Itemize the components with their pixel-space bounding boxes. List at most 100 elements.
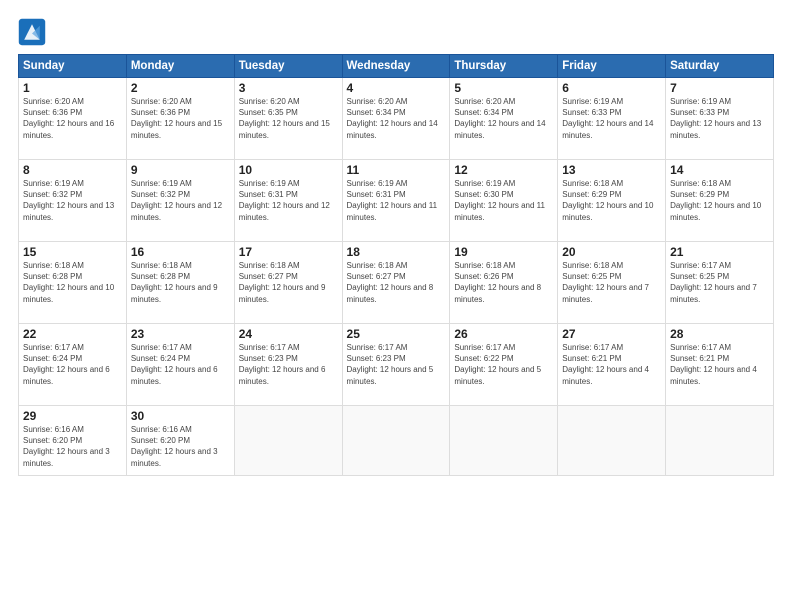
sunrise-label: Sunrise: 6:19 AM	[562, 97, 623, 106]
calendar-week-row: 1 Sunrise: 6:20 AM Sunset: 6:36 PM Dayli…	[19, 78, 774, 160]
sunset-label: Sunset: 6:34 PM	[347, 108, 406, 117]
sunset-label: Sunset: 6:33 PM	[562, 108, 621, 117]
sunset-label: Sunset: 6:25 PM	[670, 272, 729, 281]
day-number: 12	[454, 163, 553, 177]
sunset-label: Sunset: 6:34 PM	[454, 108, 513, 117]
sunrise-label: Sunrise: 6:17 AM	[347, 343, 408, 352]
sunrise-label: Sunrise: 6:19 AM	[670, 97, 731, 106]
table-row: 20 Sunrise: 6:18 AM Sunset: 6:25 PM Dayl…	[558, 242, 666, 324]
calendar-week-row: 8 Sunrise: 6:19 AM Sunset: 6:32 PM Dayli…	[19, 160, 774, 242]
sunrise-label: Sunrise: 6:19 AM	[239, 179, 300, 188]
table-row: 24 Sunrise: 6:17 AM Sunset: 6:23 PM Dayl…	[234, 324, 342, 406]
table-row: 3 Sunrise: 6:20 AM Sunset: 6:35 PM Dayli…	[234, 78, 342, 160]
sunrise-label: Sunrise: 6:17 AM	[562, 343, 623, 352]
daylight-label: Daylight: 12 hours and 10 minutes.	[562, 201, 653, 221]
day-number: 14	[670, 163, 769, 177]
table-row: 7 Sunrise: 6:19 AM Sunset: 6:33 PM Dayli…	[666, 78, 774, 160]
day-number: 11	[347, 163, 446, 177]
daylight-label: Daylight: 12 hours and 13 minutes.	[23, 201, 114, 221]
daylight-label: Daylight: 12 hours and 3 minutes.	[23, 447, 110, 467]
day-info: Sunrise: 6:17 AM Sunset: 6:21 PM Dayligh…	[562, 342, 661, 387]
logo	[18, 18, 50, 46]
logo-icon	[18, 18, 46, 46]
day-number: 25	[347, 327, 446, 341]
daylight-label: Daylight: 12 hours and 7 minutes.	[670, 283, 757, 303]
sunset-label: Sunset: 6:26 PM	[454, 272, 513, 281]
daylight-label: Daylight: 12 hours and 15 minutes.	[239, 119, 330, 139]
day-number: 10	[239, 163, 338, 177]
daylight-label: Daylight: 12 hours and 6 minutes.	[131, 365, 218, 385]
sunset-label: Sunset: 6:21 PM	[562, 354, 621, 363]
sunrise-label: Sunrise: 6:18 AM	[562, 179, 623, 188]
day-info: Sunrise: 6:16 AM Sunset: 6:20 PM Dayligh…	[23, 424, 122, 469]
table-row: 28 Sunrise: 6:17 AM Sunset: 6:21 PM Dayl…	[666, 324, 774, 406]
day-number: 7	[670, 81, 769, 95]
day-info: Sunrise: 6:18 AM Sunset: 6:26 PM Dayligh…	[454, 260, 553, 305]
day-info: Sunrise: 6:19 AM Sunset: 6:33 PM Dayligh…	[670, 96, 769, 141]
day-info: Sunrise: 6:16 AM Sunset: 6:20 PM Dayligh…	[131, 424, 230, 469]
calendar-header-row: Sunday Monday Tuesday Wednesday Thursday…	[19, 55, 774, 78]
sunset-label: Sunset: 6:25 PM	[562, 272, 621, 281]
sunrise-label: Sunrise: 6:17 AM	[239, 343, 300, 352]
sunset-label: Sunset: 6:24 PM	[131, 354, 190, 363]
table-row: 13 Sunrise: 6:18 AM Sunset: 6:29 PM Dayl…	[558, 160, 666, 242]
calendar-week-row: 29 Sunrise: 6:16 AM Sunset: 6:20 PM Dayl…	[19, 406, 774, 476]
day-number: 8	[23, 163, 122, 177]
sunset-label: Sunset: 6:29 PM	[562, 190, 621, 199]
day-info: Sunrise: 6:19 AM Sunset: 6:32 PM Dayligh…	[23, 178, 122, 223]
sunset-label: Sunset: 6:22 PM	[454, 354, 513, 363]
sunrise-label: Sunrise: 6:17 AM	[670, 261, 731, 270]
table-row: 16 Sunrise: 6:18 AM Sunset: 6:28 PM Dayl…	[126, 242, 234, 324]
day-number: 30	[131, 409, 230, 423]
daylight-label: Daylight: 12 hours and 8 minutes.	[347, 283, 434, 303]
daylight-label: Daylight: 12 hours and 10 minutes.	[23, 283, 114, 303]
page-header	[18, 18, 774, 46]
sunrise-label: Sunrise: 6:20 AM	[239, 97, 300, 106]
sunset-label: Sunset: 6:23 PM	[347, 354, 406, 363]
day-info: Sunrise: 6:19 AM Sunset: 6:30 PM Dayligh…	[454, 178, 553, 223]
day-info: Sunrise: 6:20 AM Sunset: 6:35 PM Dayligh…	[239, 96, 338, 141]
daylight-label: Daylight: 12 hours and 6 minutes.	[23, 365, 110, 385]
sunrise-label: Sunrise: 6:17 AM	[670, 343, 731, 352]
day-info: Sunrise: 6:18 AM Sunset: 6:27 PM Dayligh…	[239, 260, 338, 305]
sunset-label: Sunset: 6:31 PM	[239, 190, 298, 199]
sunrise-label: Sunrise: 6:17 AM	[131, 343, 192, 352]
day-info: Sunrise: 6:20 AM Sunset: 6:36 PM Dayligh…	[23, 96, 122, 141]
table-row: 15 Sunrise: 6:18 AM Sunset: 6:28 PM Dayl…	[19, 242, 127, 324]
sunrise-label: Sunrise: 6:19 AM	[23, 179, 84, 188]
sunrise-label: Sunrise: 6:18 AM	[23, 261, 84, 270]
col-thursday: Thursday	[450, 55, 558, 78]
col-friday: Friday	[558, 55, 666, 78]
sunrise-label: Sunrise: 6:20 AM	[131, 97, 192, 106]
day-number: 18	[347, 245, 446, 259]
day-number: 3	[239, 81, 338, 95]
day-info: Sunrise: 6:18 AM Sunset: 6:25 PM Dayligh…	[562, 260, 661, 305]
table-row: 19 Sunrise: 6:18 AM Sunset: 6:26 PM Dayl…	[450, 242, 558, 324]
daylight-label: Daylight: 12 hours and 16 minutes.	[23, 119, 114, 139]
sunrise-label: Sunrise: 6:18 AM	[454, 261, 515, 270]
sunrise-label: Sunrise: 6:20 AM	[347, 97, 408, 106]
day-number: 16	[131, 245, 230, 259]
day-info: Sunrise: 6:20 AM Sunset: 6:34 PM Dayligh…	[454, 96, 553, 141]
table-row: 10 Sunrise: 6:19 AM Sunset: 6:31 PM Dayl…	[234, 160, 342, 242]
daylight-label: Daylight: 12 hours and 5 minutes.	[347, 365, 434, 385]
sunrise-label: Sunrise: 6:16 AM	[131, 425, 192, 434]
day-info: Sunrise: 6:19 AM Sunset: 6:32 PM Dayligh…	[131, 178, 230, 223]
day-info: Sunrise: 6:19 AM Sunset: 6:33 PM Dayligh…	[562, 96, 661, 141]
sunrise-label: Sunrise: 6:17 AM	[23, 343, 84, 352]
day-info: Sunrise: 6:19 AM Sunset: 6:31 PM Dayligh…	[347, 178, 446, 223]
calendar-body: 1 Sunrise: 6:20 AM Sunset: 6:36 PM Dayli…	[19, 78, 774, 476]
table-row: 12 Sunrise: 6:19 AM Sunset: 6:30 PM Dayl…	[450, 160, 558, 242]
daylight-label: Daylight: 12 hours and 13 minutes.	[670, 119, 761, 139]
table-row: 14 Sunrise: 6:18 AM Sunset: 6:29 PM Dayl…	[666, 160, 774, 242]
table-row: 22 Sunrise: 6:17 AM Sunset: 6:24 PM Dayl…	[19, 324, 127, 406]
table-row: 18 Sunrise: 6:18 AM Sunset: 6:27 PM Dayl…	[342, 242, 450, 324]
table-row	[342, 406, 450, 476]
table-row: 2 Sunrise: 6:20 AM Sunset: 6:36 PM Dayli…	[126, 78, 234, 160]
day-number: 20	[562, 245, 661, 259]
sunrise-label: Sunrise: 6:20 AM	[23, 97, 84, 106]
sunset-label: Sunset: 6:31 PM	[347, 190, 406, 199]
day-number: 19	[454, 245, 553, 259]
day-number: 5	[454, 81, 553, 95]
day-info: Sunrise: 6:17 AM Sunset: 6:23 PM Dayligh…	[347, 342, 446, 387]
